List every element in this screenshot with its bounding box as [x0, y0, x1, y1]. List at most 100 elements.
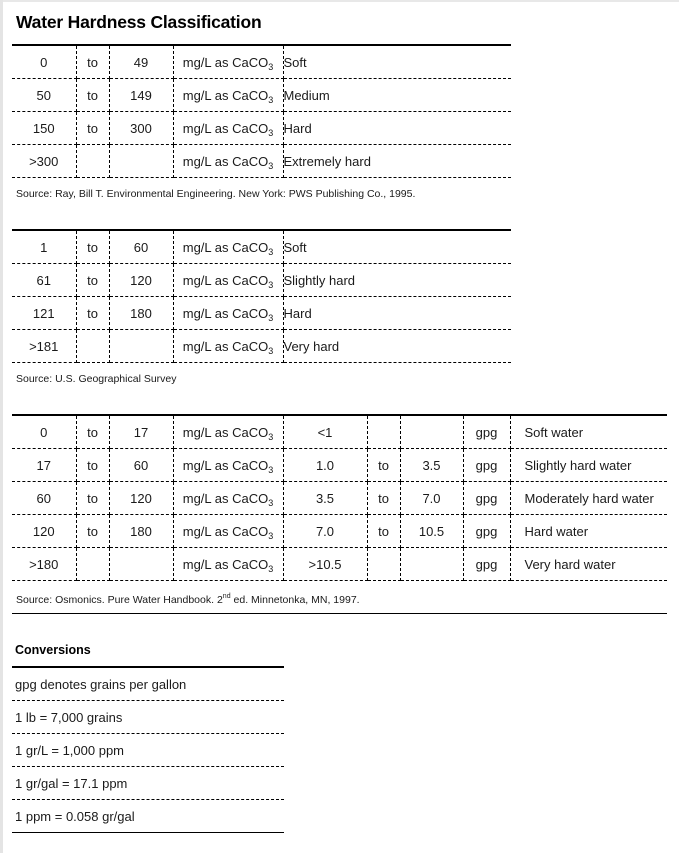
range-from: 150	[12, 111, 77, 145]
conversion-text: gpg denotes grains per gallon	[12, 666, 284, 701]
gpg-to	[400, 547, 464, 581]
unit-cell: mg/L as CaCO3	[173, 329, 284, 363]
source-ray: Source: Ray, Bill T. Environmental Engin…	[16, 188, 416, 200]
hardness-class: Hard water	[510, 514, 667, 548]
unit-subscript: 3	[268, 279, 274, 290]
page-top-edge	[0, 0, 679, 2]
unit-cell: mg/L as CaCO3	[173, 78, 284, 112]
table-row: 121 to 180 mg/L as CaCO3 Hard	[12, 296, 511, 330]
unit-label: mg/L as CaCO	[182, 556, 269, 572]
unit-label: mg/L as CaCO	[182, 54, 269, 70]
range-from: 0	[12, 44, 77, 79]
table-row: 150 to 300 mg/L as CaCO3 Hard	[12, 111, 511, 145]
range-from: 121	[12, 296, 77, 330]
table-row: 0 to 49 mg/L as CaCO3 Soft	[12, 44, 511, 79]
table-row: >300 mg/L as CaCO3 Extremely hard	[12, 144, 511, 178]
source-osmonics-prefix: Source: Osmonics. Pure Water Handbook. 2	[16, 594, 223, 606]
unit-cell: mg/L as CaCO3	[173, 448, 284, 482]
unit-label: mg/L as CaCO	[182, 457, 269, 473]
unit-subscript: 3	[268, 94, 274, 105]
unit-cell: mg/L as CaCO3	[173, 111, 284, 145]
table-row: 1 to 60 mg/L as CaCO3 Soft	[12, 229, 511, 264]
unit-label: mg/L as CaCO	[182, 523, 269, 539]
unit-cell: mg/L as CaCO3	[173, 414, 284, 449]
gpg-unit: gpg	[463, 414, 511, 449]
unit-label: mg/L as CaCO	[182, 305, 269, 321]
source-usgs: Source: U.S. Geographical Survey	[16, 373, 177, 385]
range-to: 17	[109, 414, 174, 449]
unit-cell: mg/L as CaCO3	[173, 229, 284, 264]
unit-cell: mg/L as CaCO3	[173, 296, 284, 330]
gpg-to	[400, 414, 464, 449]
conversion-row: 1 gr/L = 1,000 ppm	[12, 733, 284, 767]
gpg-from: >10.5	[283, 547, 368, 581]
unit-subscript: 3	[268, 464, 274, 475]
gpg-unit: gpg	[463, 547, 511, 581]
range-from: 0	[12, 414, 77, 449]
unit-subscript: 3	[268, 127, 274, 138]
conversion-row: 1 ppm = 0.058 gr/gal	[12, 799, 284, 833]
range-from: 61	[12, 263, 77, 297]
table-row: >180 mg/L as CaCO3 >10.5 gpg Very hard water	[12, 547, 667, 581]
conversion-text: 1 gr/gal = 17.1 ppm	[12, 766, 284, 800]
unit-label: mg/L as CaCO	[182, 120, 269, 136]
unit-label: mg/L as CaCO	[182, 239, 269, 255]
conversion-row: 1 gr/gal = 17.1 ppm	[12, 766, 284, 800]
range-to-word	[76, 329, 110, 363]
unit-cell: mg/L as CaCO3	[173, 481, 284, 515]
range-to-word: to	[76, 414, 110, 449]
page-left-edge	[0, 0, 3, 853]
hardness-class: Hard	[283, 111, 511, 145]
gpg-from: 7.0	[283, 514, 368, 548]
gpg-to: 7.0	[400, 481, 464, 515]
gpg-to: 3.5	[400, 448, 464, 482]
hardness-class: Very hard	[283, 329, 511, 363]
page-title: Water Hardness Classification	[16, 12, 262, 32]
unit-label: mg/L as CaCO	[182, 87, 269, 103]
gpg-from: <1	[283, 414, 368, 449]
table-row: >181 mg/L as CaCO3 Very hard	[12, 329, 511, 363]
gpg-from: 3.5	[283, 481, 368, 515]
gpg-to-word: to	[367, 448, 401, 482]
source-osmonics-sup: nd	[222, 593, 231, 600]
hardness-class: Slightly hard	[283, 263, 511, 297]
range-to	[109, 547, 174, 581]
range-from: >180	[12, 547, 77, 581]
gpg-to-word: to	[367, 481, 401, 515]
range-to-word: to	[76, 111, 110, 145]
unit-cell: mg/L as CaCO3	[173, 263, 284, 297]
range-to-word: to	[76, 78, 110, 112]
unit-cell: mg/L as CaCO3	[173, 144, 284, 178]
unit-subscript: 3	[268, 530, 274, 541]
range-from: 120	[12, 514, 77, 548]
range-to-word: to	[76, 263, 110, 297]
range-to: 49	[109, 44, 174, 79]
range-to: 180	[109, 296, 174, 330]
range-to-word: to	[76, 514, 110, 548]
unit-label: mg/L as CaCO	[182, 153, 269, 169]
range-to-word: to	[76, 44, 110, 79]
gpg-to-word: to	[367, 514, 401, 548]
range-to-word: to	[76, 481, 110, 515]
unit-label: mg/L as CaCO	[182, 272, 269, 288]
range-to	[109, 329, 174, 363]
table-row: 0 to 17 mg/L as CaCO3 <1 gpg Soft water	[12, 414, 667, 449]
unit-subscript: 3	[268, 61, 274, 72]
range-to: 300	[109, 111, 174, 145]
source-osmonics: Source: Osmonics. Pure Water Handbook. 2…	[16, 593, 360, 606]
hardness-class: Medium	[283, 78, 511, 112]
range-from: 1	[12, 229, 77, 264]
unit-subscript: 3	[268, 345, 274, 356]
table-row: 50 to 149 mg/L as CaCO3 Medium	[12, 78, 511, 112]
range-to: 149	[109, 78, 174, 112]
range-to-word: to	[76, 296, 110, 330]
unit-subscript: 3	[268, 563, 274, 574]
conversions-table: gpg denotes grains per gallon 1 lb = 7,00…	[12, 666, 284, 833]
unit-cell: mg/L as CaCO3	[173, 44, 284, 79]
unit-cell: mg/L as CaCO3	[173, 547, 284, 581]
range-from: 50	[12, 78, 77, 112]
gpg-unit: gpg	[463, 481, 511, 515]
range-from: >300	[12, 144, 77, 178]
hardness-class: Slightly hard water	[510, 448, 667, 482]
unit-subscript: 3	[268, 497, 274, 508]
